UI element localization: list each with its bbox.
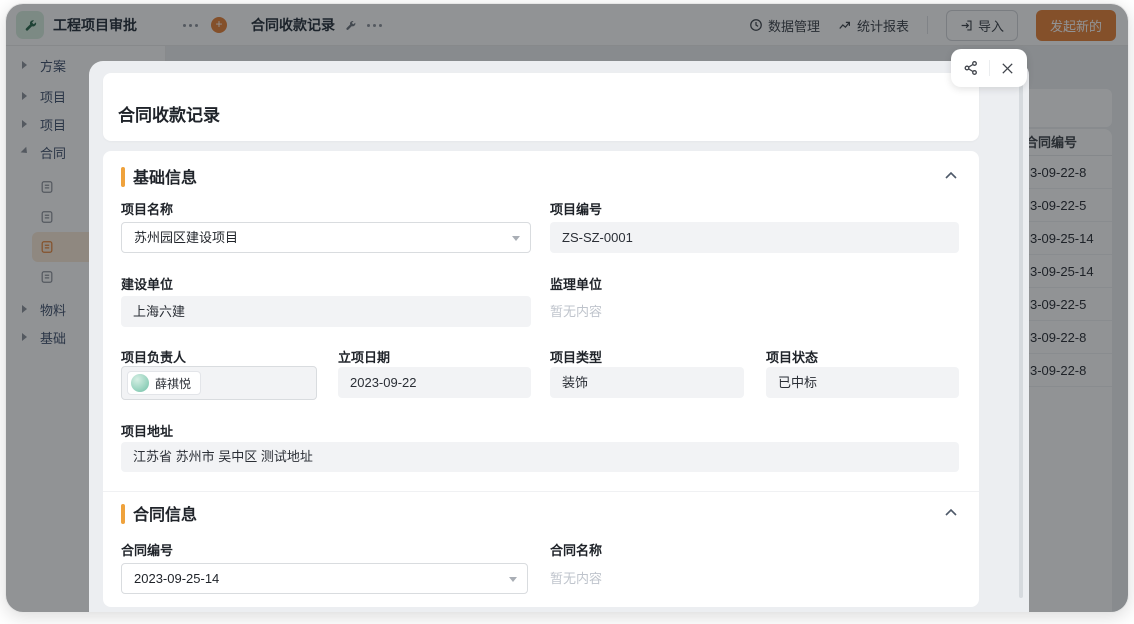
type-value: 装饰 [550, 367, 744, 398]
date-label: 立项日期 [338, 350, 391, 365]
manager-field[interactable]: 薛祺悦 [121, 366, 317, 400]
project-name-label: 项目名称 [121, 202, 174, 217]
status-label: 项目状态 [766, 350, 819, 365]
supervisor-label: 监理单位 [550, 277, 603, 292]
modal-title-card: 合同收款记录 [103, 73, 979, 141]
modal-actions [951, 49, 1027, 87]
share-icon [964, 61, 977, 75]
builder-value: 上海六建 [121, 296, 531, 327]
type-label: 项目类型 [550, 350, 603, 365]
record-detail-modal: 合同收款记录 基础信息 项目名称 项目编号 苏州园区建设项目 ZS-SZ-000… [89, 61, 1029, 612]
avatar [131, 374, 149, 392]
builder-label: 建设单位 [121, 277, 174, 292]
project-no-value: ZS-SZ-0001 [550, 222, 959, 253]
select-caret-icon [509, 577, 517, 582]
project-name-select[interactable]: 苏州园区建设项目 [121, 222, 531, 253]
collapse-section-icon[interactable] [943, 505, 959, 521]
close-icon [1002, 62, 1013, 74]
pill-divider [988, 60, 990, 76]
app-window: 工程项目审批 + 合同收款记录 数据管理 统计报表 导入 发起新的 方案 项目 … [5, 3, 1129, 613]
collapse-section-icon[interactable] [943, 168, 959, 184]
close-button[interactable] [997, 57, 1019, 79]
contract-no-select[interactable]: 2023-09-25-14 [121, 563, 528, 594]
modal-form-card: 基础信息 项目名称 项目编号 苏州园区建设项目 ZS-SZ-0001 建设单位 … [103, 151, 979, 607]
status-value: 已中标 [766, 367, 959, 398]
section-title-basic: 基础信息 [133, 170, 198, 187]
contract-name-empty-value: 暂无内容 [550, 571, 603, 586]
address-value: 江苏省 苏州市 吴中区 测试地址 [121, 442, 959, 472]
share-button[interactable] [960, 57, 982, 79]
gradient-band [103, 73, 979, 95]
project-no-label: 项目编号 [550, 202, 603, 217]
address-label: 项目地址 [121, 424, 174, 439]
date-value: 2023-09-22 [338, 367, 531, 398]
supervisor-empty-value: 暂无内容 [550, 304, 603, 319]
person-name: 薛祺悦 [155, 376, 192, 391]
manager-label: 项目负责人 [121, 350, 187, 365]
person-chip: 薛祺悦 [127, 371, 202, 395]
section-divider [103, 491, 979, 492]
modal-title: 合同收款记录 [118, 106, 220, 125]
contract-name-label: 合同名称 [550, 543, 603, 558]
section-accent-bar [121, 504, 125, 524]
select-caret-icon [512, 236, 520, 241]
section-title-contract: 合同信息 [133, 507, 198, 524]
contract-no-label: 合同编号 [121, 543, 174, 558]
section-accent-bar [121, 167, 125, 187]
modal-scrollbar[interactable] [1019, 75, 1023, 598]
